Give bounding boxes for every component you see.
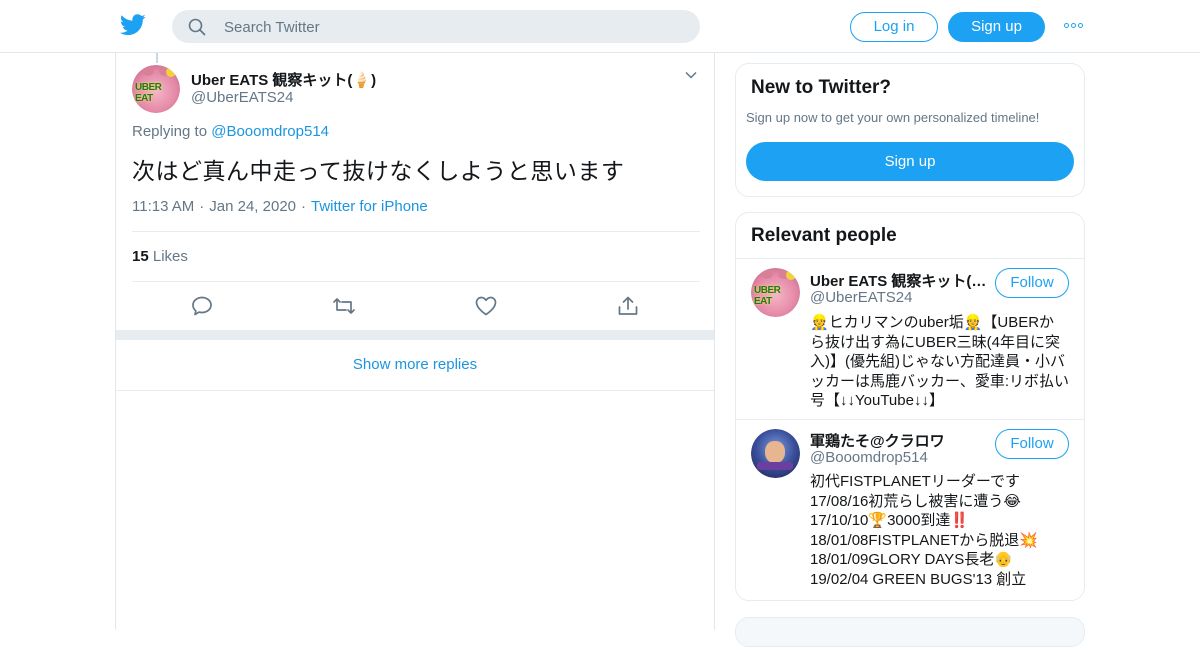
search-input[interactable] [222, 10, 686, 45]
replying-to-link[interactable]: @Booomdrop514 [211, 123, 329, 140]
bio-line: 19/02/04 GREEN BUGS'13 創立 [810, 570, 1027, 588]
person-name[interactable]: Uber EATS 観察キット(🍦) [810, 270, 988, 291]
tweet-meta: 11:13 AM · Jan 24, 2020 · Twitter for iPhone [132, 198, 428, 215]
author-handle[interactable]: @UberEATS24 [191, 89, 294, 106]
search-icon [188, 18, 206, 36]
author-name[interactable]: Uber EATS 観察キット(🍦) [191, 69, 376, 90]
reply-icon[interactable] [190, 295, 214, 317]
chevron-down-icon[interactable] [685, 71, 697, 79]
author-avatar[interactable]: UBER EAT [132, 65, 180, 113]
bio-line: 👷ヒカリマンのuber垢👷【UBERか [810, 314, 1055, 331]
tweet-date[interactable]: Jan 24, 2020 [209, 198, 296, 215]
tweet-source-link[interactable]: Twitter for iPhone [311, 198, 428, 215]
divider [736, 258, 1084, 259]
replying-prefix: Replying to [132, 123, 208, 140]
bio-line: 18/01/08FISTPLANETから脱退💥 [810, 531, 1038, 549]
new-to-twitter-card: New to Twitter? Sign up now to get your … [735, 63, 1085, 197]
show-more-replies-link[interactable]: Show more replies [116, 340, 714, 391]
person-handle[interactable]: @Booomdrop514 [810, 449, 928, 466]
person-handle[interactable]: @UberEATS24 [810, 289, 913, 306]
relevant-people-title: Relevant people [751, 225, 897, 246]
bio-line: 17/10/10🏆3000到達‼️ [810, 512, 970, 529]
likes-label: Likes [152, 248, 188, 265]
bio-line: ッカーは馬鹿バッカー、愛車:リボ払い [810, 372, 1070, 390]
login-button[interactable]: Log in [850, 12, 938, 42]
next-sidebar-card [735, 617, 1085, 647]
tweet-column: UBER EAT Uber EATS 観察キット(🍦) @UberEATS24 … [115, 53, 715, 630]
follow-button[interactable]: Follow [995, 268, 1069, 298]
person-avatar[interactable]: UBER EAT [751, 268, 800, 317]
new-to-twitter-subtitle: Sign up now to get your own personalized… [746, 110, 1040, 125]
relevant-people-card: Relevant people UBER EAT Uber EATS 観察キット… [735, 212, 1085, 601]
bio-line: 17/08/16初荒らし被害に遭う😂 [810, 492, 1021, 510]
section-separator [116, 330, 714, 340]
divider [132, 231, 700, 232]
tweet-text: 次はど真ん中走って抜けなくしようと思います [132, 159, 625, 185]
thread-connector-line [156, 53, 158, 63]
bio-line: 18/01/09GLORY DAYS長老👴 [810, 551, 1013, 568]
replying-to-line: Replying to @Booomdrop514 [132, 123, 329, 140]
tweet-time[interactable]: 11:13 AM [132, 198, 194, 215]
share-icon[interactable] [616, 295, 640, 317]
search-bar[interactable] [172, 10, 700, 45]
divider [736, 419, 1084, 420]
person-avatar[interactable] [751, 429, 800, 478]
person-bio: 👷ヒカリマンのuber垢👷【UBERか ら抜け出す為にUBER三昧(4年目に突 … [810, 313, 1072, 411]
twitter-bird-logo-icon[interactable] [120, 14, 146, 36]
retweet-icon[interactable] [332, 295, 356, 317]
bio-line: ら抜け出す為にUBER三昧(4年目に突 [810, 333, 1061, 351]
bio-line: 号【↓↓YouTube↓↓】 [810, 392, 944, 409]
likes-stat[interactable]: 15 Likes [132, 248, 188, 265]
top-bar: Log in Sign up [0, 0, 1200, 53]
more-options-icon[interactable] [1064, 18, 1086, 34]
sidebar-signup-button[interactable]: Sign up [746, 142, 1074, 181]
bio-line: 初代FISTPLANETリーダーです [810, 473, 1020, 490]
person-bio: 初代FISTPLANETリーダーです 17/08/16初荒らし被害に遭う😂 17… [810, 472, 1072, 589]
likes-count: 15 [132, 248, 149, 265]
signup-button[interactable]: Sign up [948, 12, 1045, 42]
divider [132, 281, 700, 282]
bio-line: 入)】(優先組)じゃない方配達員・小バ [810, 353, 1065, 370]
person-name[interactable]: 軍鶏たそ@クラロワ [810, 430, 988, 451]
follow-button[interactable]: Follow [995, 429, 1069, 459]
like-icon[interactable] [474, 295, 498, 317]
new-to-twitter-title: New to Twitter? [751, 77, 892, 98]
